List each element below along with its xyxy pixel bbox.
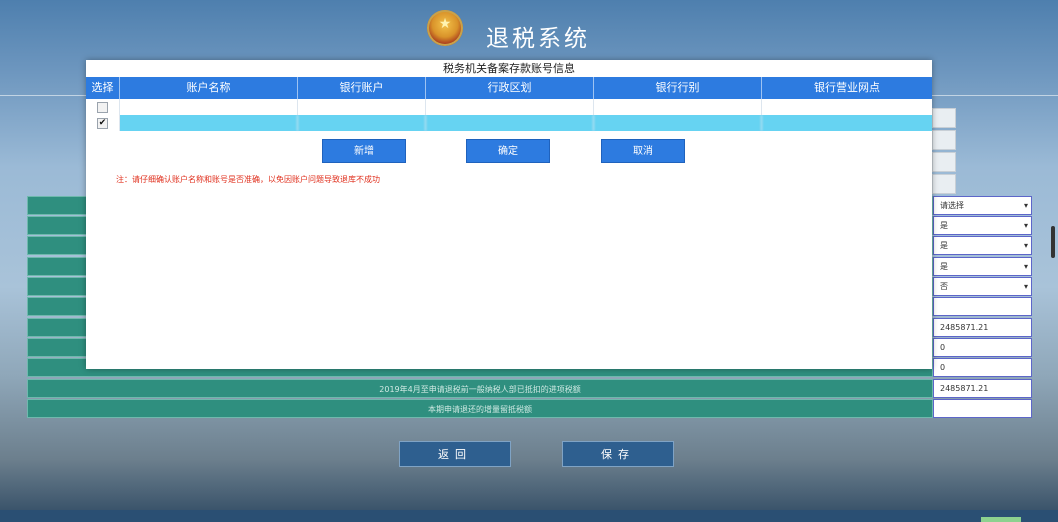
table-cell	[120, 99, 298, 115]
form-input[interactable]	[933, 399, 1032, 418]
form-select[interactable]: 是	[933, 216, 1032, 235]
form-select[interactable]: 否	[933, 277, 1032, 296]
scrollbar-handle[interactable]	[1051, 226, 1055, 258]
column-header-bank-account: 银行账户	[298, 77, 426, 99]
table-cell	[594, 115, 762, 131]
table-cell	[762, 99, 932, 115]
back-button[interactable]: 返回	[399, 441, 511, 467]
tax-emblem-icon: ★	[427, 10, 463, 46]
column-header-bank-branch: 银行营业网点	[814, 81, 880, 94]
column-header-bank-type: 银行行别	[594, 77, 762, 99]
table-row[interactable]	[86, 99, 932, 115]
table-cell	[298, 115, 426, 131]
account-table: 选择 账户名称 银行账户 行政区划 银行行别 银行营业网点 ✔	[86, 77, 932, 131]
table-cell	[298, 99, 426, 115]
table-header: 选择 账户名称 银行账户 行政区划 银行行别 银行营业网点	[86, 77, 932, 99]
table-cell	[120, 115, 298, 131]
form-input[interactable]: 2485871.21	[933, 318, 1032, 337]
account-dialog: 税务机关备案存款账号信息 选择 账户名称 银行账户 行政区划 银行行别 银行营业…	[86, 60, 932, 369]
add-button[interactable]: 新增	[322, 139, 406, 163]
form-row: 2019年4月至申请退税前一般纳税人部已抵扣的进项税额 2485871.21	[27, 379, 1032, 398]
cancel-button[interactable]: 取消	[601, 139, 685, 163]
side-field	[932, 108, 956, 128]
app-title: 退税系统	[486, 26, 590, 52]
row-checkbox-cell	[86, 99, 120, 115]
form-select[interactable]: 请选择	[933, 196, 1032, 215]
warning-note: 注：请仔细确认账户名称和账号是否准确，以免因账户问题导致退库不成功	[116, 175, 380, 184]
table-cell	[426, 115, 594, 131]
table-cell	[594, 99, 762, 115]
dialog-title: 税务机关备案存款账号信息	[443, 62, 575, 75]
row-checkbox[interactable]	[97, 101, 108, 113]
form-row: 本期申请退还的增量留抵税额	[27, 399, 1032, 418]
form-row-label: 本期申请退还的增量留抵税额	[27, 399, 933, 418]
form-input[interactable]	[933, 297, 1032, 316]
table-cell	[426, 99, 594, 115]
column-header-region: 行政区划	[426, 77, 594, 99]
save-button[interactable]: 保存	[562, 441, 674, 467]
side-field	[932, 174, 956, 194]
bottom-bar	[0, 510, 1058, 522]
row-checkbox-checked[interactable]: ✔	[97, 117, 108, 129]
app-header: ★ 退税系统	[0, 0, 1058, 60]
form-select[interactable]: 是	[933, 236, 1032, 255]
form-input[interactable]: 2485871.21	[933, 379, 1032, 398]
bottom-tab-indicator	[981, 517, 1021, 522]
side-field	[932, 130, 956, 150]
form-input[interactable]: 0	[933, 358, 1032, 377]
form-row-label: 2019年4月至申请退税前一般纳税人部已抵扣的进项税额	[27, 379, 933, 398]
row-checkbox-cell: ✔	[86, 115, 120, 131]
table-cell	[762, 115, 932, 131]
side-field	[932, 152, 956, 172]
table-row-selected[interactable]: ✔	[86, 115, 932, 131]
column-header-select: 选择	[86, 77, 120, 99]
form-input[interactable]: 0	[933, 338, 1032, 357]
confirm-button[interactable]: 确定	[466, 139, 550, 163]
form-select[interactable]: 是	[933, 257, 1032, 276]
column-header-account-name: 账户名称	[120, 77, 298, 99]
